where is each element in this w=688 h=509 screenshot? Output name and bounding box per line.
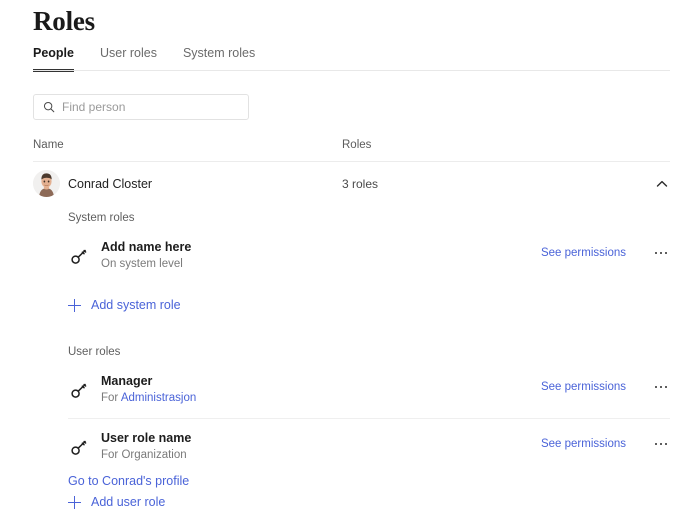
add-user-role-button[interactable]: Add user role [68, 495, 165, 509]
ellipsis-icon[interactable] [652, 437, 670, 451]
key-icon [70, 382, 88, 400]
dot [659, 251, 663, 255]
dot [664, 251, 668, 255]
role-actions: See permissions [541, 380, 670, 394]
see-permissions-link[interactable]: See permissions [541, 381, 626, 393]
role-row-system-1: Add name here On system level See permis… [68, 238, 670, 276]
person-roles-count: 3 roles [342, 177, 379, 191]
column-header-name: Name [33, 139, 64, 151]
plus-icon [68, 298, 81, 312]
role-subtitle: On system level [101, 257, 191, 272]
role-scope-link[interactable]: Administrasjon [121, 392, 196, 404]
plus-icon [68, 495, 81, 509]
role-subtitle-prefix: For Organization [101, 449, 187, 461]
dot [654, 385, 658, 389]
add-user-role-label: Add user role [91, 495, 166, 509]
group-label-user-roles: User roles [68, 346, 121, 358]
role-text: User role name For Organization [101, 431, 191, 463]
add-system-role-label: Add system role [91, 298, 181, 312]
dot [654, 442, 658, 446]
search-person-box[interactable] [33, 94, 249, 120]
person-name: Conrad Closter [68, 177, 153, 191]
dot [664, 442, 668, 446]
go-to-profile-link[interactable]: Go to Conrad's profile [68, 474, 189, 488]
person-roles-detail: System roles Add name here On system lev… [68, 212, 670, 509]
table-header: Name Roles [33, 139, 670, 153]
dot [659, 442, 663, 446]
ellipsis-icon[interactable] [652, 246, 670, 260]
see-permissions-link[interactable]: See permissions [541, 438, 626, 450]
key-icon [70, 439, 88, 457]
role-actions: See permissions [541, 246, 670, 260]
dot [654, 251, 658, 255]
chevron-up-icon[interactable] [654, 176, 670, 192]
column-header-roles: Roles [342, 139, 372, 151]
role-row-user-2: User role name For Organization See perm… [68, 418, 670, 471]
role-subtitle-prefix: On system level [101, 258, 183, 270]
see-permissions-link[interactable]: See permissions [541, 247, 626, 259]
tab-user-roles[interactable]: User roles [100, 46, 157, 72]
role-row-user-1: Manager For Administrasjon See permissio… [68, 372, 670, 410]
role-subtitle: For Organization [101, 448, 191, 463]
table-row-person[interactable]: Conrad Closter 3 roles [33, 170, 670, 198]
role-text: Add name here On system level [101, 240, 191, 272]
tab-bar-divider [33, 70, 670, 71]
role-text: Manager For Administrasjon [101, 374, 196, 406]
avatar [33, 170, 60, 197]
tab-system-roles[interactable]: System roles [183, 46, 255, 72]
dot [664, 385, 668, 389]
role-title: User role name [101, 431, 192, 445]
role-actions: See permissions [541, 437, 670, 451]
page-title: Roles [33, 6, 95, 36]
add-system-role-button[interactable]: Add system role [68, 298, 181, 312]
tab-bar: People User roles System roles [33, 46, 281, 72]
key-icon [70, 248, 88, 266]
role-subtitle-prefix: For [101, 392, 121, 404]
role-title: Manager [101, 374, 153, 388]
group-label-system-roles: System roles [68, 212, 135, 224]
table-header-divider [33, 161, 670, 162]
tab-people[interactable]: People [33, 46, 74, 72]
ellipsis-icon[interactable] [652, 380, 670, 394]
role-subtitle: For Administrasjon [101, 391, 196, 406]
search-input[interactable] [62, 100, 232, 114]
search-icon [43, 101, 55, 113]
role-title: Add name here [101, 240, 192, 254]
dot [659, 385, 663, 389]
